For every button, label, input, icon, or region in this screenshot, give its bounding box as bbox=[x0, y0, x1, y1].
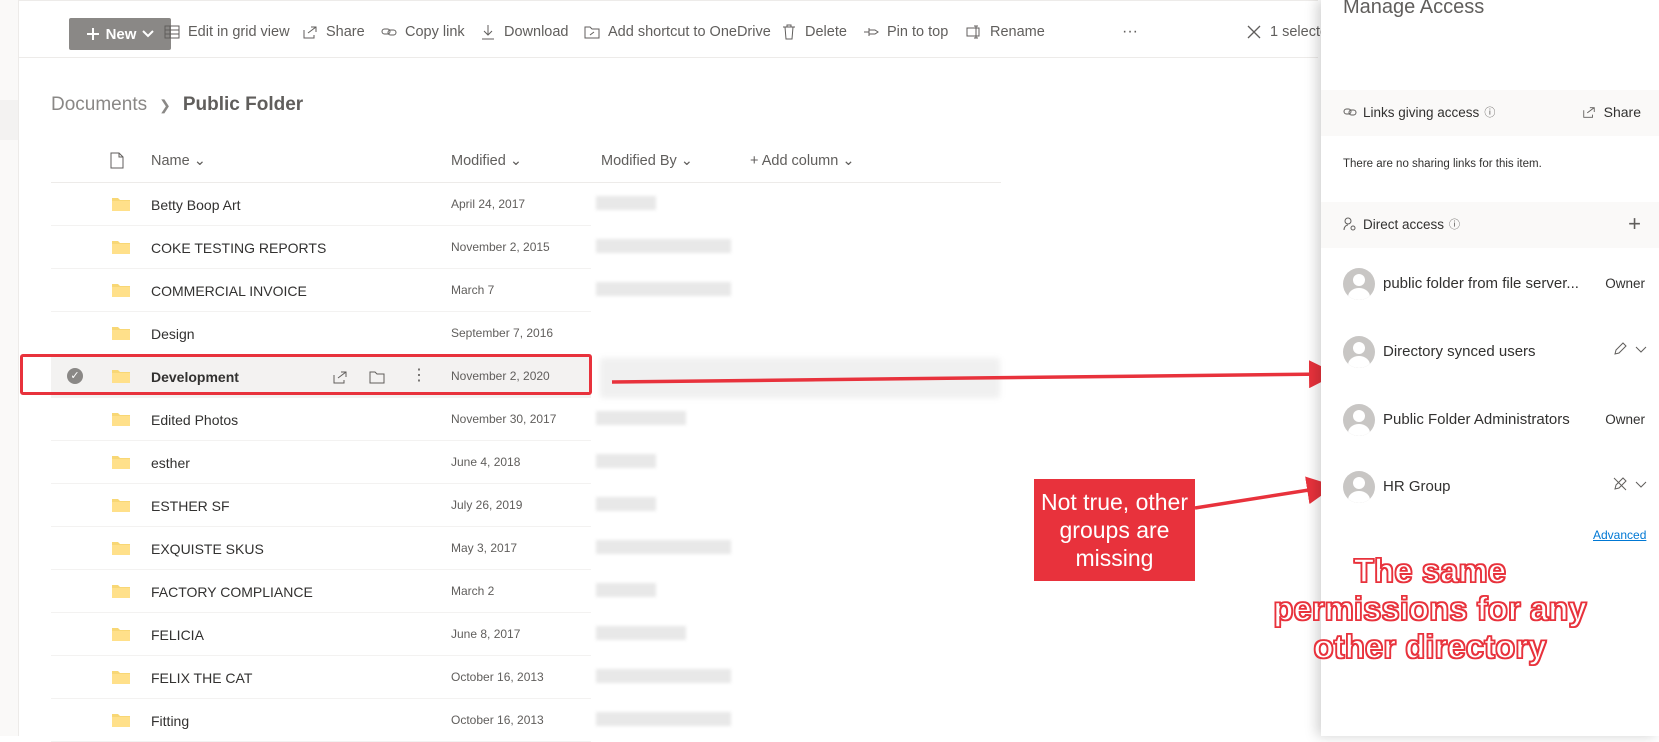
arrow-to-hr-group bbox=[1194, 476, 1335, 510]
no-links-message: There are no sharing links for this item… bbox=[1343, 158, 1542, 170]
advanced-link[interactable]: Advanced bbox=[1593, 528, 1646, 542]
annotation-big-text: The same permissions for any other direc… bbox=[1272, 551, 1587, 666]
avatar bbox=[1343, 268, 1375, 300]
direct-access-section: Direct access ⓘ + bbox=[1321, 202, 1659, 248]
links-giving-access-section: Links giving access ⓘ Share bbox=[1321, 90, 1659, 136]
arrow-to-directory-users bbox=[611, 360, 1337, 389]
chevron-down-icon bbox=[1635, 481, 1647, 488]
access-entry[interactable]: HR Group bbox=[1343, 467, 1653, 507]
access-entry-role: Owner bbox=[1605, 412, 1645, 427]
pencil-icon bbox=[1614, 342, 1627, 355]
panel-share-label: Share bbox=[1603, 104, 1641, 120]
panel-share-button[interactable]: Share bbox=[1582, 104, 1641, 120]
no-edit-icon bbox=[1613, 477, 1627, 491]
access-entry-name: Public Folder Administrators bbox=[1383, 411, 1570, 428]
add-access-button[interactable]: + bbox=[1628, 211, 1641, 237]
permission-dropdown[interactable] bbox=[1613, 342, 1647, 356]
person-key-icon bbox=[1343, 217, 1356, 231]
permission-dropdown[interactable] bbox=[1613, 477, 1647, 491]
access-entry-name: Directory synced users bbox=[1383, 343, 1536, 360]
access-entry-role: Owner bbox=[1605, 276, 1645, 291]
avatar bbox=[1343, 404, 1375, 436]
access-entry-name: public folder from file server... bbox=[1383, 275, 1579, 292]
avatar bbox=[1343, 336, 1375, 368]
direct-access-label: Direct access bbox=[1363, 216, 1445, 232]
annotation-callout: Not true, other groups are missing bbox=[1034, 479, 1195, 581]
access-entry[interactable]: Directory synced users bbox=[1343, 332, 1653, 372]
chevron-down-icon bbox=[1635, 346, 1647, 353]
link-icon bbox=[1343, 108, 1357, 116]
panel-title: Manage Access bbox=[1343, 0, 1485, 18]
access-entry-name: HR Group bbox=[1383, 478, 1451, 495]
links-label: Links giving access bbox=[1363, 104, 1480, 120]
info-icon: ⓘ bbox=[1449, 219, 1461, 231]
access-entry[interactable]: public folder from file server... Owner bbox=[1343, 264, 1653, 304]
avatar bbox=[1343, 471, 1375, 503]
access-entry[interactable]: Public Folder Administrators Owner bbox=[1343, 400, 1653, 440]
plus-icon: + bbox=[1628, 211, 1641, 236]
info-icon: ⓘ bbox=[1484, 107, 1496, 119]
share-icon bbox=[1582, 107, 1595, 118]
